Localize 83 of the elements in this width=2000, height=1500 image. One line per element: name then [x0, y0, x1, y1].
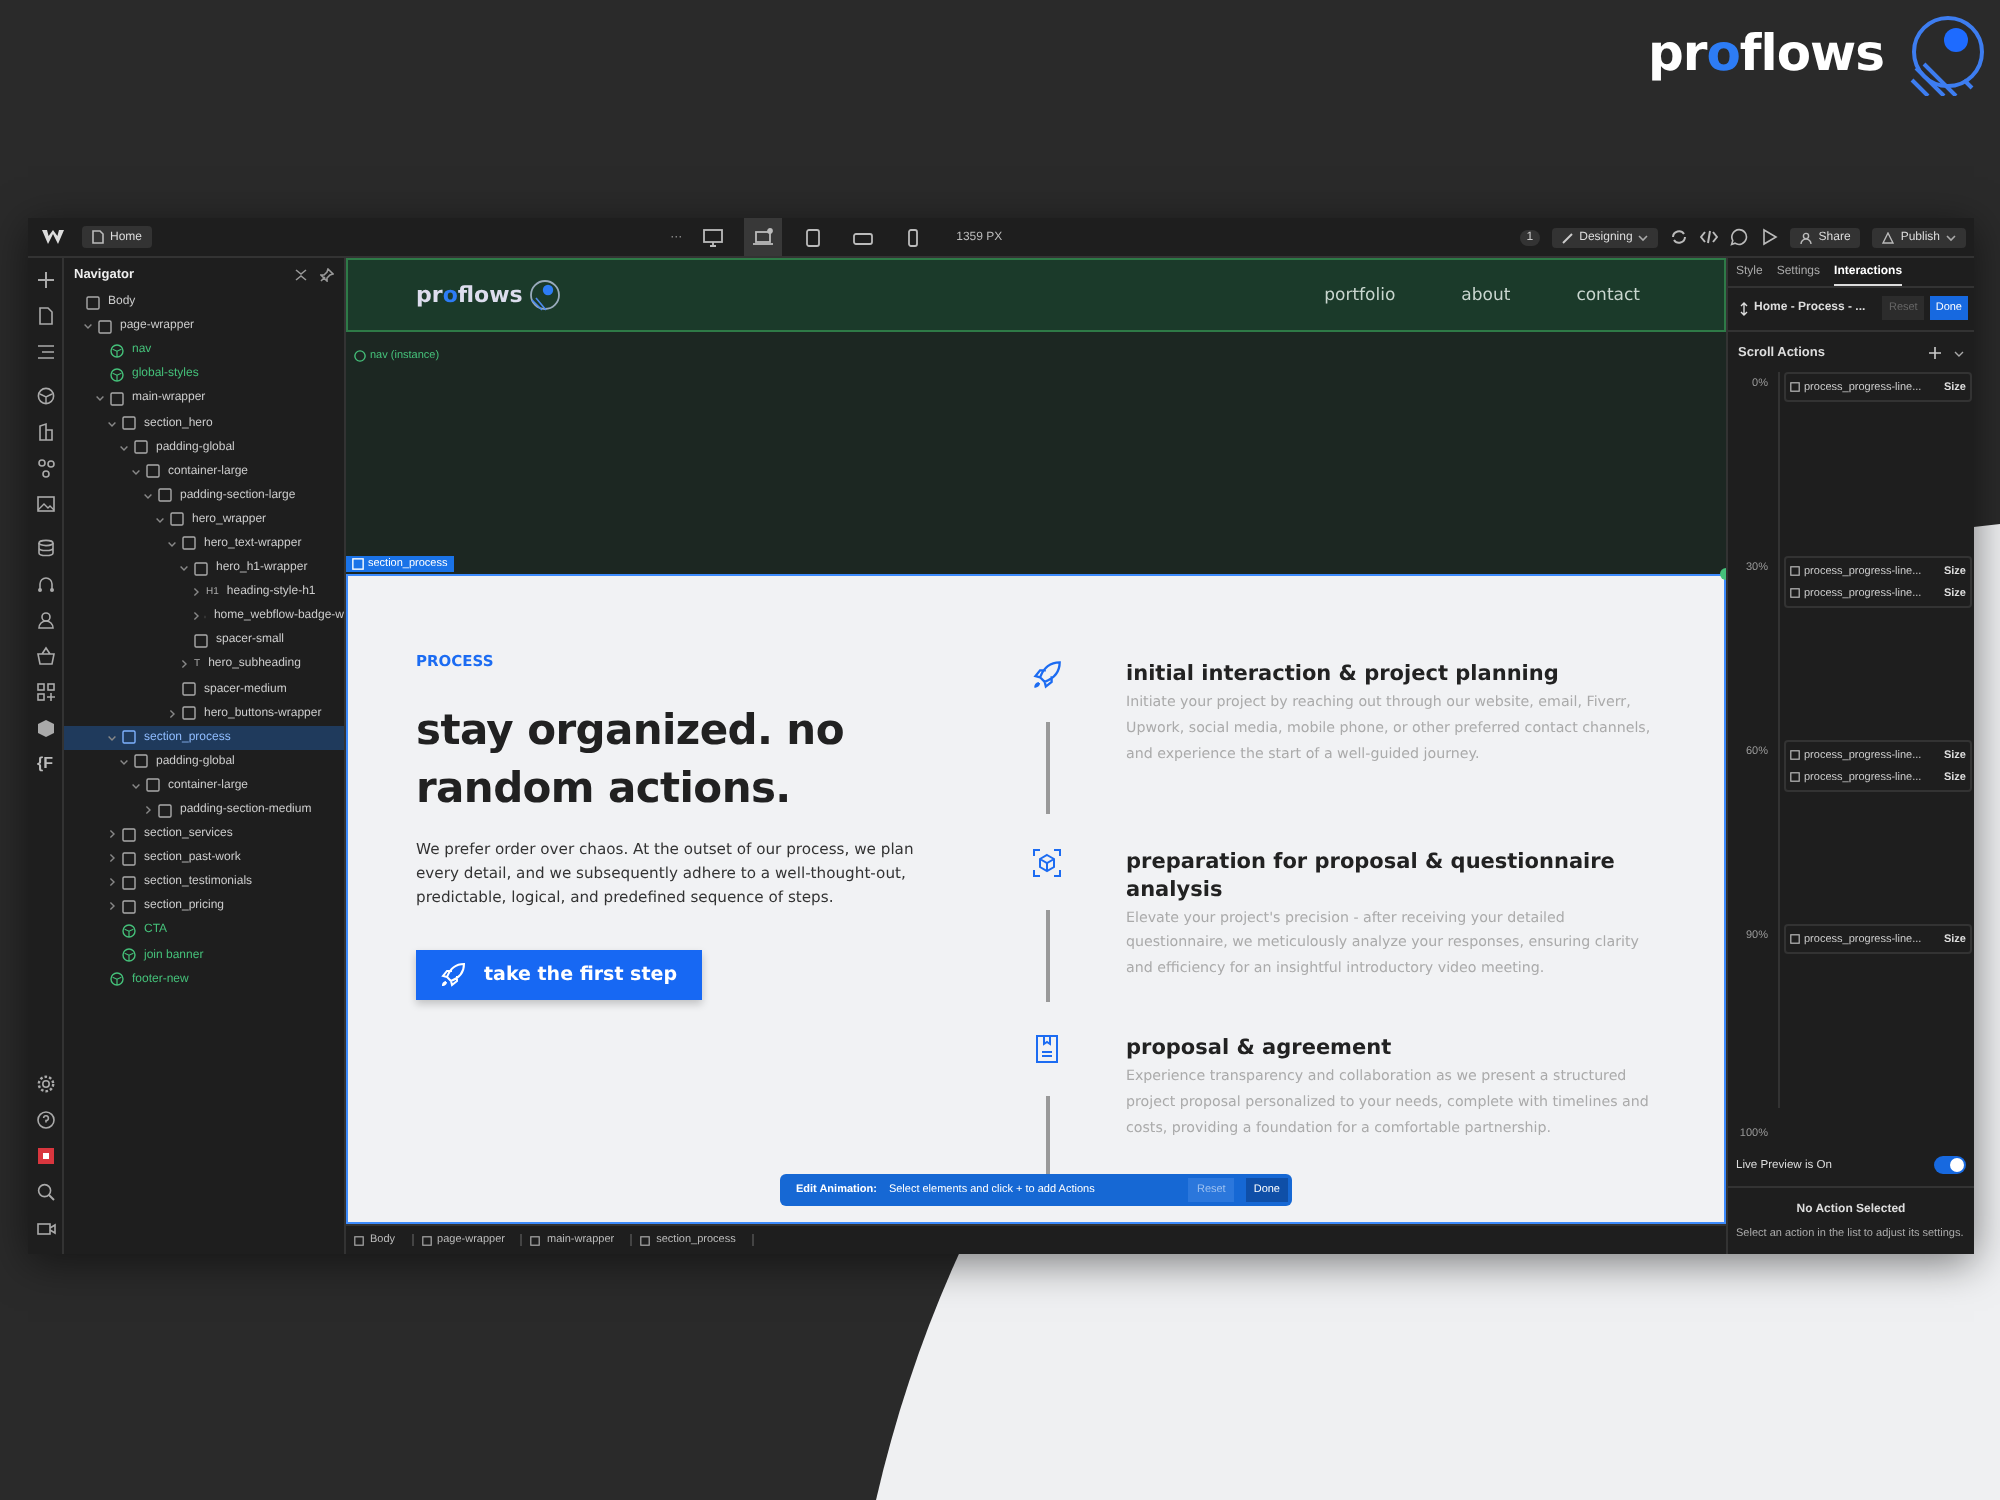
component-icon: [110, 972, 124, 987]
chevron-down-icon[interactable]: [108, 419, 116, 428]
nav-link[interactable]: contact: [1576, 285, 1640, 305]
chevron-down-icon[interactable]: [1954, 349, 1964, 357]
caret-icon: [1638, 233, 1649, 241]
tablet-icon: [802, 227, 825, 247]
style-icon[interactable]: [35, 422, 55, 442]
navigator-icon[interactable]: [35, 342, 55, 362]
variables-icon[interactable]: [35, 458, 55, 478]
sync-icon[interactable]: [1670, 228, 1689, 246]
nav-link[interactable]: about: [1461, 285, 1511, 305]
cube-icon: [1032, 847, 1062, 878]
add-icon[interactable]: [35, 270, 55, 290]
box-icon[interactable]: [35, 718, 55, 738]
laptop-breakpoint-button[interactable]: [744, 218, 783, 256]
site-logo-text: proflows: [416, 282, 523, 308]
image-icon[interactable]: [35, 494, 55, 514]
video-icon[interactable]: [35, 1218, 55, 1238]
page-icon[interactable]: [35, 306, 55, 326]
code-icon[interactable]: [1700, 228, 1719, 246]
comment-icon[interactable]: [1730, 228, 1749, 246]
logic-icon[interactable]: [35, 574, 55, 594]
add-icon[interactable]: [1928, 346, 1942, 360]
chevron-right-icon[interactable]: [108, 878, 116, 887]
process-section[interactable]: [346, 574, 1726, 1224]
rocket-icon: [1032, 660, 1062, 690]
chevron-right-icon[interactable]: [192, 612, 200, 621]
chevron-right-icon[interactable]: [108, 902, 116, 911]
chevron-down-icon[interactable]: [120, 757, 128, 766]
cube-icon[interactable]: [35, 386, 55, 406]
component-icon: [122, 948, 136, 963]
brand-logo-text: proflows: [1647, 23, 1884, 81]
chevron-right-icon[interactable]: [108, 854, 116, 863]
caret-icon: [1946, 233, 1956, 241]
search-icon[interactable]: [35, 1182, 55, 1202]
chevron-down-icon[interactable]: [108, 733, 116, 742]
component-icon: [354, 350, 366, 362]
cta-button[interactable]: take the first step: [416, 950, 701, 1000]
help-icon[interactable]: [35, 1110, 55, 1130]
nav-link[interactable]: portfolio: [1324, 285, 1396, 305]
chevron-down-icon[interactable]: [132, 781, 140, 790]
user-icon[interactable]: [35, 610, 55, 630]
step-title: proposal & agreement: [1126, 1034, 1394, 1063]
chevron-down-icon[interactable]: [156, 515, 164, 524]
landscape-icon: [852, 227, 875, 247]
chevron-right-icon[interactable]: [108, 830, 116, 839]
logo-icon: [528, 278, 563, 312]
pin-icon[interactable]: [320, 268, 334, 282]
page-icon: [92, 230, 104, 244]
live-preview-toggle[interactable]: [1934, 1156, 1966, 1174]
chevron-right-icon[interactable]: [180, 660, 188, 669]
scroll-icon: [1740, 301, 1748, 315]
step-title: preparation for proposal & questionnaire analysis: [1126, 847, 1617, 904]
record-icon[interactable]: [35, 1146, 55, 1166]
step-title: initial interaction & project planning: [1126, 660, 1561, 688]
section-heading: stay organized. no random actions.: [416, 704, 846, 816]
settings-icon[interactable]: [35, 1074, 55, 1094]
desktop-icon: [702, 227, 725, 247]
logo-icon[interactable]: [42, 230, 64, 244]
chevron-down-icon[interactable]: [180, 564, 188, 573]
chevron-down-icon[interactable]: [120, 443, 128, 452]
chevron-right-icon[interactable]: [192, 588, 200, 597]
database-icon[interactable]: [35, 538, 55, 558]
chevron-down-icon[interactable]: [132, 467, 140, 476]
chevron-right-icon[interactable]: [144, 806, 152, 815]
fonts-button[interactable]: {F: [37, 754, 53, 772]
basket-icon[interactable]: [35, 646, 55, 666]
chevron-right-icon[interactable]: [168, 709, 176, 718]
component-icon: [110, 343, 124, 358]
laptop-icon: [752, 227, 775, 247]
component-icon: [110, 367, 124, 382]
chevron-down-icon[interactable]: [84, 322, 92, 331]
play-icon[interactable]: [1760, 228, 1779, 246]
chevron-down-icon[interactable]: [168, 539, 176, 548]
rocket-icon: [440, 962, 466, 988]
apps-icon[interactable]: [35, 682, 55, 702]
pen-icon: [1561, 231, 1574, 243]
chevron-down-icon[interactable]: [144, 491, 152, 500]
triangle-icon: [1882, 231, 1895, 243]
component-icon: [122, 923, 136, 938]
chevron-down-icon[interactable]: [96, 394, 104, 403]
document-icon: [1032, 1034, 1062, 1065]
user-icon: [1800, 231, 1813, 243]
